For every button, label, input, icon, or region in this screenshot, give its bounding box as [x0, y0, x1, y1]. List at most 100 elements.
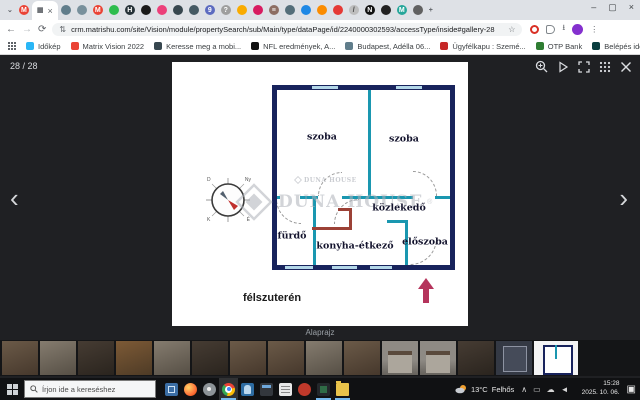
taskbar-clock[interactable]: 15:28 2025. 10. 06. [582, 380, 620, 398]
tab-pinned[interactable]: ≡ [266, 1, 282, 19]
minimize-button[interactable]: – [591, 2, 596, 13]
taskbar-app-photos[interactable] [162, 378, 181, 400]
tab-pinned[interactable] [106, 1, 122, 19]
thumbnail[interactable] [116, 341, 152, 375]
screen: ⌄M▦×MH9?≡/NM+ – ▢ × ← → ⟳ ⇅ crm.matrishu… [0, 0, 640, 400]
downloads-icon[interactable]: ⭳ [562, 22, 565, 36]
taskbar-app-notepad[interactable] [276, 378, 295, 400]
tab-pinned[interactable] [58, 1, 74, 19]
thumbnail[interactable] [496, 341, 532, 375]
red-icon [298, 383, 311, 396]
thumbnail[interactable] [458, 341, 494, 375]
floorplan-wall [450, 85, 455, 270]
chevron-up-icon[interactable]: ∧ [521, 385, 527, 394]
slideshow-icon[interactable] [557, 61, 569, 73]
bookmark-item[interactable]: Ügyfélkapu : Szemé... [440, 42, 525, 51]
tab-pinned[interactable] [410, 1, 426, 19]
tab-pinned[interactable] [314, 1, 330, 19]
next-image-arrow[interactable]: › [619, 185, 628, 211]
tab-pinned[interactable] [170, 1, 186, 19]
extension-icon[interactable] [530, 25, 539, 34]
thumbnail[interactable] [382, 341, 418, 375]
tab-pinned[interactable] [74, 1, 90, 19]
reload-button[interactable]: ⟳ [38, 24, 46, 35]
close-window-button[interactable]: × [629, 2, 634, 13]
tab-pinned[interactable]: ? [218, 1, 234, 19]
gallery-image-floorplan[interactable]: szoba szoba közlekedő fürdő konyha-étkez… [172, 62, 468, 326]
tab-pinned[interactable] [234, 1, 250, 19]
profile-avatar[interactable] [572, 24, 583, 35]
tab-favicon [109, 5, 119, 15]
extension-icon[interactable] [546, 25, 555, 34]
tab-pinned[interactable]: ⌄ [4, 1, 16, 19]
thumbnail[interactable] [40, 341, 76, 375]
tab-pinned[interactable]: + [426, 1, 436, 19]
tab-pinned[interactable]: M [16, 1, 32, 19]
thumbnail[interactable] [268, 341, 304, 375]
tab-pinned[interactable] [250, 1, 266, 19]
thumbnail[interactable] [344, 341, 380, 375]
tab-pinned[interactable] [138, 1, 154, 19]
tab-pinned[interactable] [298, 1, 314, 19]
prev-image-arrow[interactable]: ‹ [10, 185, 19, 211]
tab-pinned[interactable]: M [394, 1, 410, 19]
thumbnail[interactable] [230, 341, 266, 375]
bookmark-item[interactable]: Keresse meg a mobi... [154, 42, 241, 51]
fullscreen-icon[interactable] [578, 61, 590, 73]
start-button[interactable] [0, 378, 24, 400]
close-gallery-icon[interactable] [620, 61, 632, 73]
taskbar-app-chrome[interactable] [219, 378, 238, 400]
floorplan-wall [272, 85, 455, 90]
tab-pinned[interactable] [282, 1, 298, 19]
taskbar-search-input[interactable]: Írjon ide a kereséshez [24, 380, 156, 398]
zoom-in-icon[interactable] [535, 60, 548, 73]
gallery-toolbar [535, 60, 632, 73]
tab-active[interactable]: ▦× [32, 1, 58, 20]
tab-pinned[interactable]: N [362, 1, 378, 19]
maximize-button[interactable]: ▢ [608, 2, 617, 13]
taskbar-app-gray[interactable] [200, 378, 219, 400]
tab-close-icon[interactable]: × [48, 6, 53, 16]
thumbnail[interactable] [154, 341, 190, 375]
taskbar-app-calc[interactable] [257, 378, 276, 400]
tab-pinned[interactable] [186, 1, 202, 19]
browser-menu-icon[interactable]: ⋮ [590, 25, 598, 34]
action-center-icon[interactable]: ▣ [627, 384, 636, 395]
tab-pinned[interactable] [330, 1, 346, 19]
apps-grid-icon[interactable] [8, 42, 16, 50]
thumbnail[interactable] [192, 341, 228, 375]
thumbnail-selected[interactable] [534, 341, 578, 375]
tab-pinned[interactable]: M [90, 1, 106, 19]
thumbnail[interactable] [420, 341, 456, 375]
address-bar[interactable]: ⇅ crm.matrishu.com/site/Vision/module/pr… [52, 23, 522, 36]
thumbnail[interactable] [306, 341, 342, 375]
grid-view-icon[interactable] [599, 61, 611, 73]
bookmark-item[interactable]: OTP Bank [536, 42, 582, 51]
bookmark-item[interactable]: Matrix Vision 2022 [71, 42, 145, 51]
bookmark-item[interactable]: Belépés ide: MVM-E... [592, 42, 640, 51]
thumbnail[interactable] [78, 341, 114, 375]
back-button[interactable]: ← [6, 24, 16, 35]
room-label: előszoba [402, 237, 448, 248]
taskbar-app-hand[interactable] [238, 378, 257, 400]
onedrive-icon[interactable]: ☁ [547, 385, 555, 394]
site-settings-icon[interactable]: ⇅ [59, 25, 66, 34]
weather-widget[interactable]: 13°C Felhős [455, 384, 514, 394]
monitor-icon[interactable]: ▭ [533, 385, 541, 394]
tab-pinned[interactable] [154, 1, 170, 19]
taskbar-app-red[interactable] [295, 378, 314, 400]
tab-pinned[interactable] [378, 1, 394, 19]
tab-pinned[interactable]: 9 [202, 1, 218, 19]
tab-pinned[interactable]: / [346, 1, 362, 19]
speaker-icon[interactable]: ◄ [561, 385, 569, 394]
forward-button[interactable]: → [22, 24, 32, 35]
thumbnail[interactable] [2, 341, 38, 375]
taskbar-app-winapp[interactable] [314, 378, 333, 400]
tab-pinned[interactable]: H [122, 1, 138, 19]
bookmark-item[interactable]: NFL eredmények, A... [251, 42, 335, 51]
bookmark-item[interactable]: Időkép [26, 42, 61, 51]
bookmark-item[interactable]: Budapest, Adélla 06... [345, 42, 430, 51]
taskbar-app-firefox[interactable] [181, 378, 200, 400]
bookmark-star-icon[interactable]: ☆ [508, 25, 515, 34]
taskbar-app-folder[interactable] [333, 378, 352, 400]
